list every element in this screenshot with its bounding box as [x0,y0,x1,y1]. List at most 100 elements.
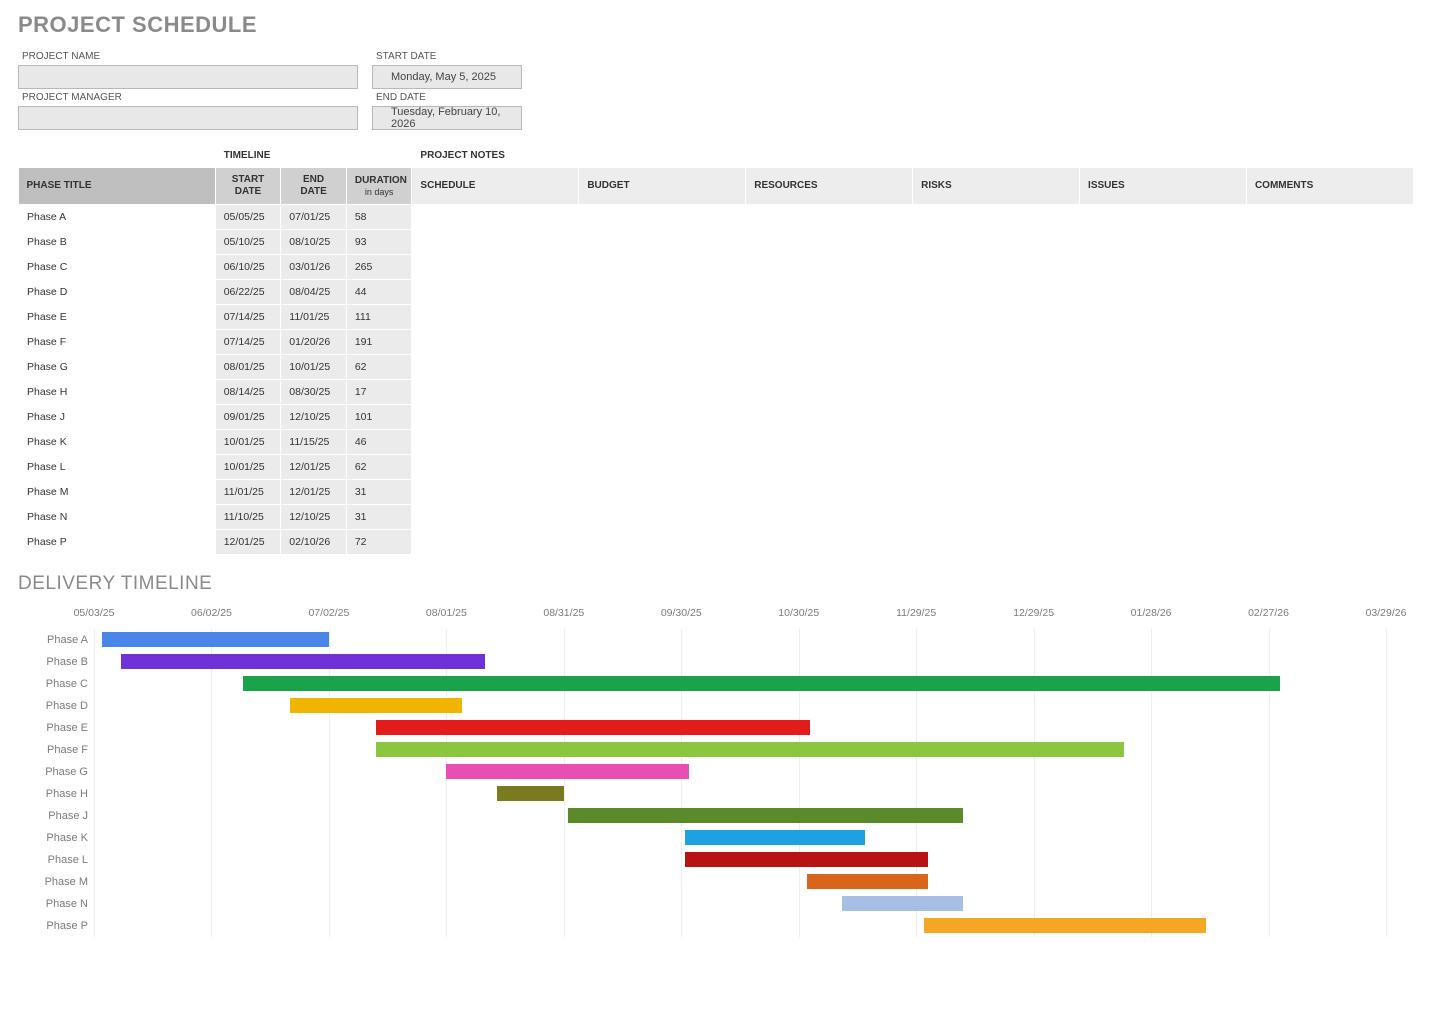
phase-name[interactable]: Phase E [19,305,216,330]
phase-end[interactable]: 01/20/26 [281,330,347,355]
phase-note[interactable] [579,455,746,480]
phase-note[interactable] [746,355,913,380]
phase-duration[interactable]: 265 [346,255,412,280]
phase-duration[interactable]: 58 [346,205,412,230]
phase-note[interactable] [746,330,913,355]
phase-start[interactable]: 11/01/25 [215,480,281,505]
phase-note[interactable] [1080,230,1247,255]
phase-start[interactable]: 06/10/25 [215,255,281,280]
phase-end[interactable]: 03/01/26 [281,255,347,280]
phase-note[interactable] [913,530,1080,555]
phase-name[interactable]: Phase P [19,530,216,555]
phase-duration[interactable]: 191 [346,330,412,355]
phase-note[interactable] [913,280,1080,305]
phase-end[interactable]: 11/01/25 [281,305,347,330]
phase-duration[interactable]: 101 [346,405,412,430]
phase-note[interactable] [913,405,1080,430]
phase-note[interactable] [1246,330,1413,355]
phase-note[interactable] [1246,355,1413,380]
phase-note[interactable] [746,505,913,530]
phase-note[interactable] [1246,505,1413,530]
phase-end[interactable]: 08/30/25 [281,380,347,405]
phase-note[interactable] [579,355,746,380]
phase-note[interactable] [746,405,913,430]
phase-note[interactable] [412,405,579,430]
phase-note[interactable] [412,280,579,305]
phase-note[interactable] [913,330,1080,355]
phase-note[interactable] [913,255,1080,280]
phase-note[interactable] [1246,205,1413,230]
phase-end[interactable]: 08/04/25 [281,280,347,305]
phase-start[interactable]: 06/22/25 [215,280,281,305]
phase-note[interactable] [412,480,579,505]
phase-note[interactable] [1246,530,1413,555]
phase-start[interactable]: 08/01/25 [215,355,281,380]
phase-name[interactable]: Phase C [19,255,216,280]
phase-note[interactable] [746,455,913,480]
phase-start[interactable]: 10/01/25 [215,455,281,480]
phase-name[interactable]: Phase A [19,205,216,230]
phase-note[interactable] [1080,205,1247,230]
phase-note[interactable] [412,230,579,255]
phase-note[interactable] [412,255,579,280]
phase-note[interactable] [746,480,913,505]
phase-note[interactable] [412,330,579,355]
phase-end[interactable]: 12/01/25 [281,455,347,480]
phase-note[interactable] [1246,380,1413,405]
phase-note[interactable] [412,355,579,380]
phase-end[interactable]: 07/01/25 [281,205,347,230]
phase-note[interactable] [913,305,1080,330]
phase-note[interactable] [746,230,913,255]
phase-note[interactable] [579,480,746,505]
phase-note[interactable] [412,380,579,405]
phase-start[interactable]: 09/01/25 [215,405,281,430]
phase-note[interactable] [913,380,1080,405]
phase-start[interactable]: 07/14/25 [215,305,281,330]
phase-note[interactable] [1246,255,1413,280]
phase-note[interactable] [1246,480,1413,505]
phase-name[interactable]: Phase L [19,455,216,480]
phase-note[interactable] [746,430,913,455]
phase-note[interactable] [579,380,746,405]
phase-note[interactable] [1080,355,1247,380]
phase-name[interactable]: Phase F [19,330,216,355]
phase-note[interactable] [746,205,913,230]
phase-note[interactable] [1246,430,1413,455]
phase-duration[interactable]: 62 [346,355,412,380]
phase-note[interactable] [579,430,746,455]
phase-name[interactable]: Phase G [19,355,216,380]
phase-end[interactable]: 12/10/25 [281,405,347,430]
phase-note[interactable] [1080,380,1247,405]
phase-note[interactable] [746,380,913,405]
phase-note[interactable] [746,280,913,305]
phase-note[interactable] [1080,305,1247,330]
start-date-field[interactable]: Monday, May 5, 2025 [372,65,522,89]
phase-duration[interactable]: 72 [346,530,412,555]
phase-note[interactable] [913,480,1080,505]
phase-end[interactable]: 12/01/25 [281,480,347,505]
phase-name[interactable]: Phase M [19,480,216,505]
phase-note[interactable] [412,505,579,530]
phase-name[interactable]: Phase K [19,430,216,455]
phase-start[interactable]: 07/14/25 [215,330,281,355]
phase-duration[interactable]: 46 [346,430,412,455]
phase-end[interactable]: 02/10/26 [281,530,347,555]
phase-note[interactable] [412,305,579,330]
phase-note[interactable] [913,355,1080,380]
phase-end[interactable]: 08/10/25 [281,230,347,255]
phase-note[interactable] [579,230,746,255]
phase-note[interactable] [1246,455,1413,480]
phase-note[interactable] [913,505,1080,530]
phase-note[interactable] [1080,480,1247,505]
phase-note[interactable] [1246,305,1413,330]
phase-note[interactable] [579,280,746,305]
phase-note[interactable] [579,205,746,230]
phase-note[interactable] [579,405,746,430]
phase-duration[interactable]: 62 [346,455,412,480]
phase-note[interactable] [1080,280,1247,305]
phase-note[interactable] [746,305,913,330]
phase-note[interactable] [913,205,1080,230]
phase-note[interactable] [1246,230,1413,255]
phase-duration[interactable]: 44 [346,280,412,305]
phase-note[interactable] [412,430,579,455]
